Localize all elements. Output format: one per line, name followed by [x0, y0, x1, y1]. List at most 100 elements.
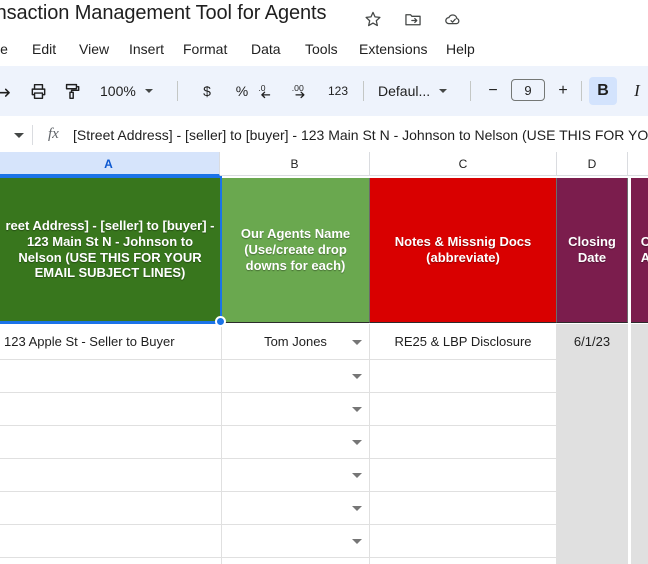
increase-decimal-icon[interactable]: .00: [289, 77, 317, 105]
cell-d5[interactable]: [557, 426, 628, 459]
cell-d6[interactable]: [557, 459, 628, 492]
cell-a6[interactable]: [0, 459, 222, 492]
dropdown-arrow-icon[interactable]: [352, 473, 362, 478]
dropdown-arrow-icon[interactable]: [352, 374, 362, 379]
cell-b2[interactable]: Tom Jones: [222, 324, 370, 360]
cell-d2[interactable]: 6/1/23: [557, 324, 628, 360]
menu-file[interactable]: le: [0, 36, 10, 62]
move-to-folder-icon[interactable]: [404, 10, 422, 28]
cell-c3[interactable]: [370, 360, 557, 393]
cell-b2-text: Tom Jones: [264, 334, 327, 349]
dropdown-arrow-icon[interactable]: [352, 339, 362, 345]
cell-e2[interactable]: [631, 324, 648, 360]
cell-d1[interactable]: Closing Date: [557, 178, 628, 323]
cell-e3[interactable]: [631, 360, 648, 393]
redo-icon[interactable]: [0, 77, 18, 105]
cell-a3[interactable]: [0, 360, 222, 393]
column-header-d[interactable]: D: [557, 152, 628, 176]
star-icon[interactable]: [364, 10, 382, 28]
cell-e9[interactable]: [631, 558, 648, 564]
cell-e7[interactable]: [631, 492, 648, 525]
svg-text:.00: .00: [292, 83, 304, 93]
zoom-value: 100%: [100, 83, 136, 99]
cell-d9[interactable]: [557, 558, 628, 564]
cell-e4[interactable]: [631, 393, 648, 426]
percent-format-button[interactable]: %: [228, 77, 256, 105]
more-formats-button[interactable]: 123: [322, 77, 354, 105]
svg-text:.0: .0: [258, 83, 265, 93]
toolbar-divider-3: [470, 81, 471, 101]
column-headers: A B C D: [0, 152, 648, 176]
saved-to-drive-cloud-icon[interactable]: [444, 10, 462, 28]
cell-d3[interactable]: [557, 360, 628, 393]
formula-input[interactable]: [Street Address] - [seller] to [buyer] -…: [73, 127, 648, 143]
font-family-value: Defaul...: [378, 83, 431, 99]
dropdown-arrow-icon[interactable]: [352, 440, 362, 445]
cell-c7[interactable]: [370, 492, 557, 525]
cell-e5[interactable]: [631, 426, 648, 459]
bold-button[interactable]: B: [589, 77, 617, 105]
toolbar-divider-2: [363, 81, 364, 101]
cell-c6[interactable]: [370, 459, 557, 492]
google-sheets-window: ransaction Management Tool for Agents le…: [0, 0, 648, 564]
cell-d4[interactable]: [557, 393, 628, 426]
cell-c9[interactable]: [370, 558, 557, 564]
cell-a2[interactable]: 123 Apple St - Seller to Buyer: [0, 324, 222, 360]
dropdown-arrow-icon[interactable]: [352, 506, 362, 511]
cell-b1[interactable]: Our Agents Name (Use/create drop downs f…: [222, 178, 370, 323]
column-header-c[interactable]: C: [370, 152, 557, 176]
formula-bar: fx [Street Address] - [seller] to [buyer…: [0, 118, 648, 153]
cell-a7[interactable]: [0, 492, 222, 525]
dropdown-arrow-icon[interactable]: [352, 407, 362, 412]
menu-extensions[interactable]: Extensions: [357, 36, 429, 62]
decrease-font-size-button[interactable]: −: [481, 77, 505, 105]
menu-insert[interactable]: Insert: [127, 36, 166, 62]
font-family-selector[interactable]: Defaul...: [374, 77, 451, 105]
cell-b9[interactable]: [222, 558, 370, 564]
column-header-e[interactable]: [628, 152, 648, 176]
currency-format-button[interactable]: $: [193, 77, 221, 105]
column-header-a[interactable]: A: [0, 152, 220, 176]
menu-view[interactable]: View: [77, 36, 111, 62]
menu-data[interactable]: Data: [249, 36, 283, 62]
cell-b6[interactable]: [222, 459, 370, 492]
decrease-decimal-icon[interactable]: .0: [253, 77, 281, 105]
cell-a9[interactable]: [0, 558, 222, 564]
selection-fill-handle[interactable]: [215, 316, 226, 327]
increase-font-size-button[interactable]: +: [551, 77, 575, 105]
cell-c8[interactable]: [370, 525, 557, 558]
cell-c5[interactable]: [370, 426, 557, 459]
cell-c1[interactable]: Notes & Missnig Docs (abbreviate): [370, 178, 557, 323]
cell-b5[interactable]: [222, 426, 370, 459]
cell-b7[interactable]: [222, 492, 370, 525]
cell-a4[interactable]: [0, 393, 222, 426]
cell-a8[interactable]: [0, 525, 222, 558]
cell-d8[interactable]: [557, 525, 628, 558]
menu-help[interactable]: Help: [444, 36, 477, 62]
cell-b8[interactable]: [222, 525, 370, 558]
cell-b3[interactable]: [222, 360, 370, 393]
name-box-chevron-down-icon[interactable]: [14, 133, 24, 138]
formula-bar-divider: [32, 125, 33, 145]
cell-c4[interactable]: [370, 393, 557, 426]
document-title[interactable]: ransaction Management Tool for Agents: [0, 2, 326, 25]
menu-format[interactable]: Format: [181, 36, 229, 62]
cell-e1[interactable]: C A: [631, 178, 648, 323]
zoom-control[interactable]: 100%: [96, 77, 157, 105]
font-size-input[interactable]: 9: [511, 79, 545, 101]
cell-a5[interactable]: [0, 426, 222, 459]
cell-e6[interactable]: [631, 459, 648, 492]
cell-d7[interactable]: [557, 492, 628, 525]
cell-b4[interactable]: [222, 393, 370, 426]
print-icon[interactable]: [24, 77, 52, 105]
column-header-b[interactable]: B: [220, 152, 370, 176]
paint-format-icon[interactable]: [58, 77, 86, 105]
italic-button[interactable]: I: [623, 77, 648, 105]
fx-icon: fx: [48, 126, 59, 142]
cell-e8[interactable]: [631, 525, 648, 558]
dropdown-arrow-icon[interactable]: [352, 539, 362, 544]
menu-tools[interactable]: Tools: [303, 36, 340, 62]
cell-c2[interactable]: RE25 & LBP Disclosure: [370, 324, 557, 360]
cell-a1[interactable]: reet Address] - [seller] to [buyer] - 12…: [0, 176, 222, 324]
menu-edit[interactable]: Edit: [30, 36, 58, 62]
